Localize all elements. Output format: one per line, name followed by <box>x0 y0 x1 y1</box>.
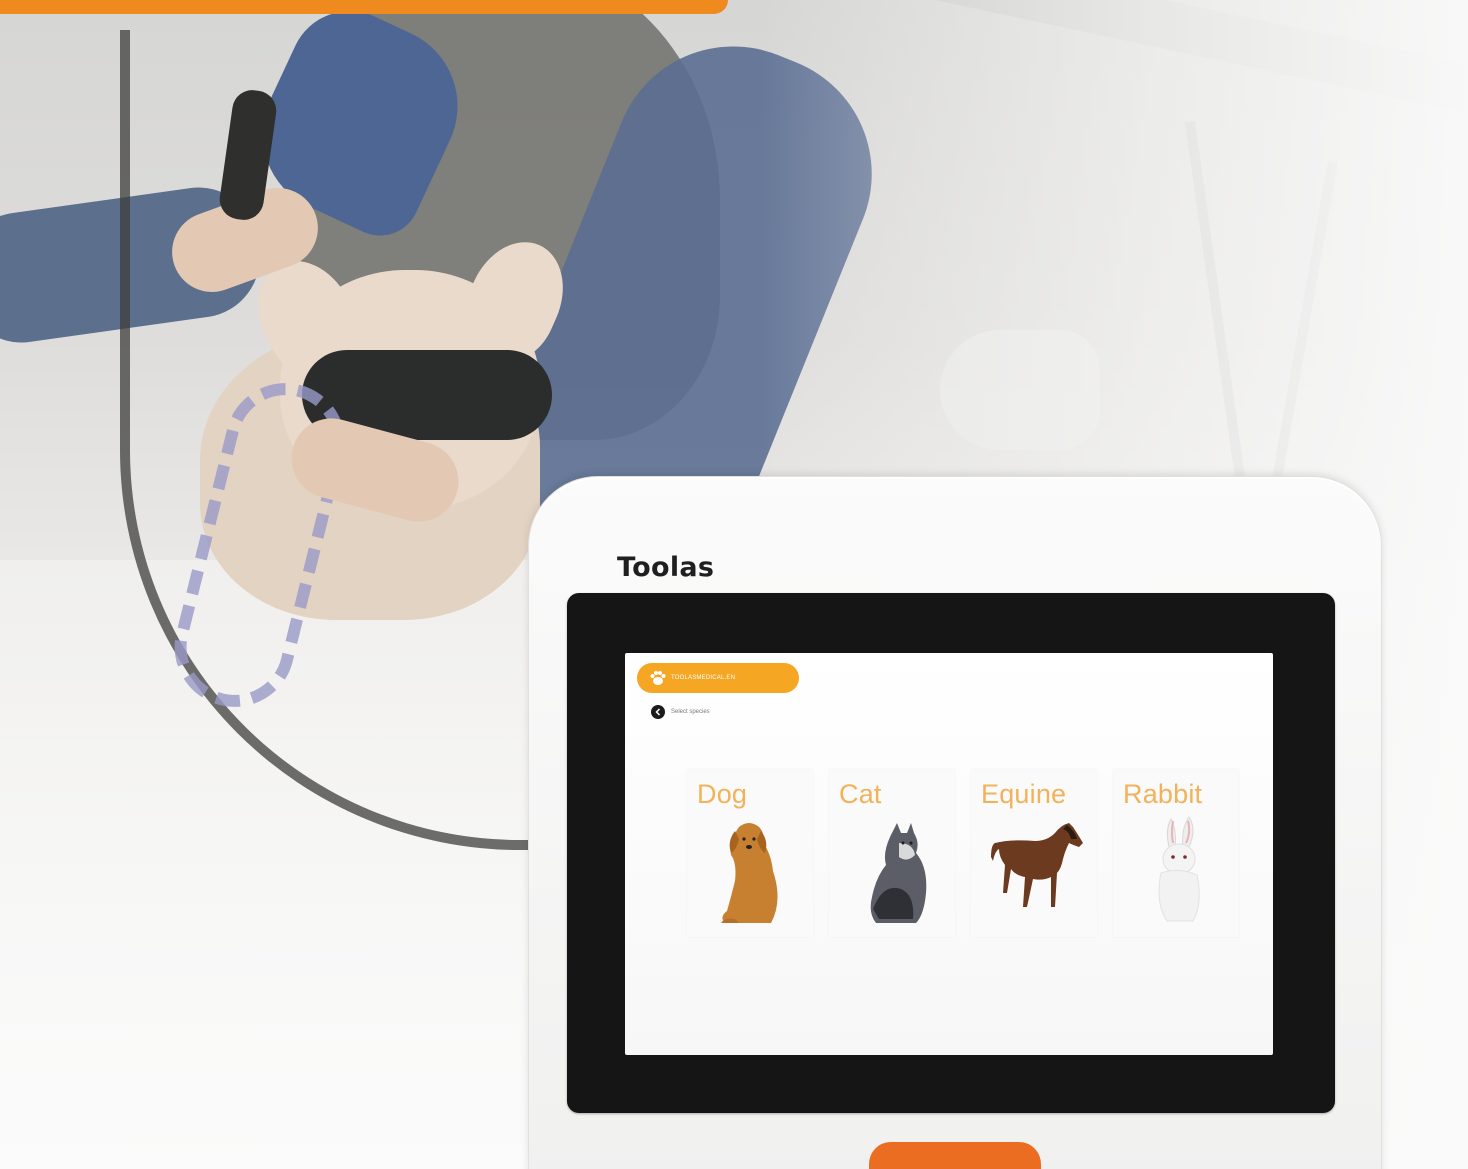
species-card-equine[interactable]: Equine <box>971 769 1097 937</box>
species-card-title: Equine <box>981 779 1067 809</box>
device-brand: Toolas <box>617 552 715 583</box>
species-card-rabbit[interactable]: Rabbit <box>1113 769 1239 937</box>
species-card-title: Rabbit <box>1123 779 1203 809</box>
species-cards: Dog Cat Equine Rabbit <box>687 769 1239 937</box>
cat-icon <box>870 823 927 923</box>
back-label: Select species <box>671 709 710 715</box>
species-card-title: Dog <box>697 779 748 809</box>
horse-icon <box>991 823 1083 907</box>
back-button[interactable]: Select species <box>651 705 710 719</box>
species-card-dog[interactable]: Dog <box>687 769 813 937</box>
species-card-title: Cat <box>839 779 882 809</box>
logo-pill: TOOLASMEDICAL.EN <box>637 663 799 693</box>
logo-text: TOOLASMEDICAL.EN <box>671 675 736 681</box>
device-screen: TOOLASMEDICAL.EN Select species Dog Cat … <box>625 653 1273 1055</box>
screen-bezel: TOOLASMEDICAL.EN Select species Dog Cat … <box>567 593 1335 1113</box>
laser-device: Toolas TOOLASMEDICAL.EN Select species D… <box>528 476 1382 1169</box>
dog-icon <box>721 823 778 923</box>
rabbit-icon <box>1158 816 1200 922</box>
back-arrow-icon[interactable] <box>651 705 665 719</box>
species-card-cat[interactable]: Cat <box>829 769 955 937</box>
paw-icon <box>649 670 667 686</box>
device-power-button[interactable] <box>869 1142 1041 1169</box>
top-banner <box>0 0 728 14</box>
